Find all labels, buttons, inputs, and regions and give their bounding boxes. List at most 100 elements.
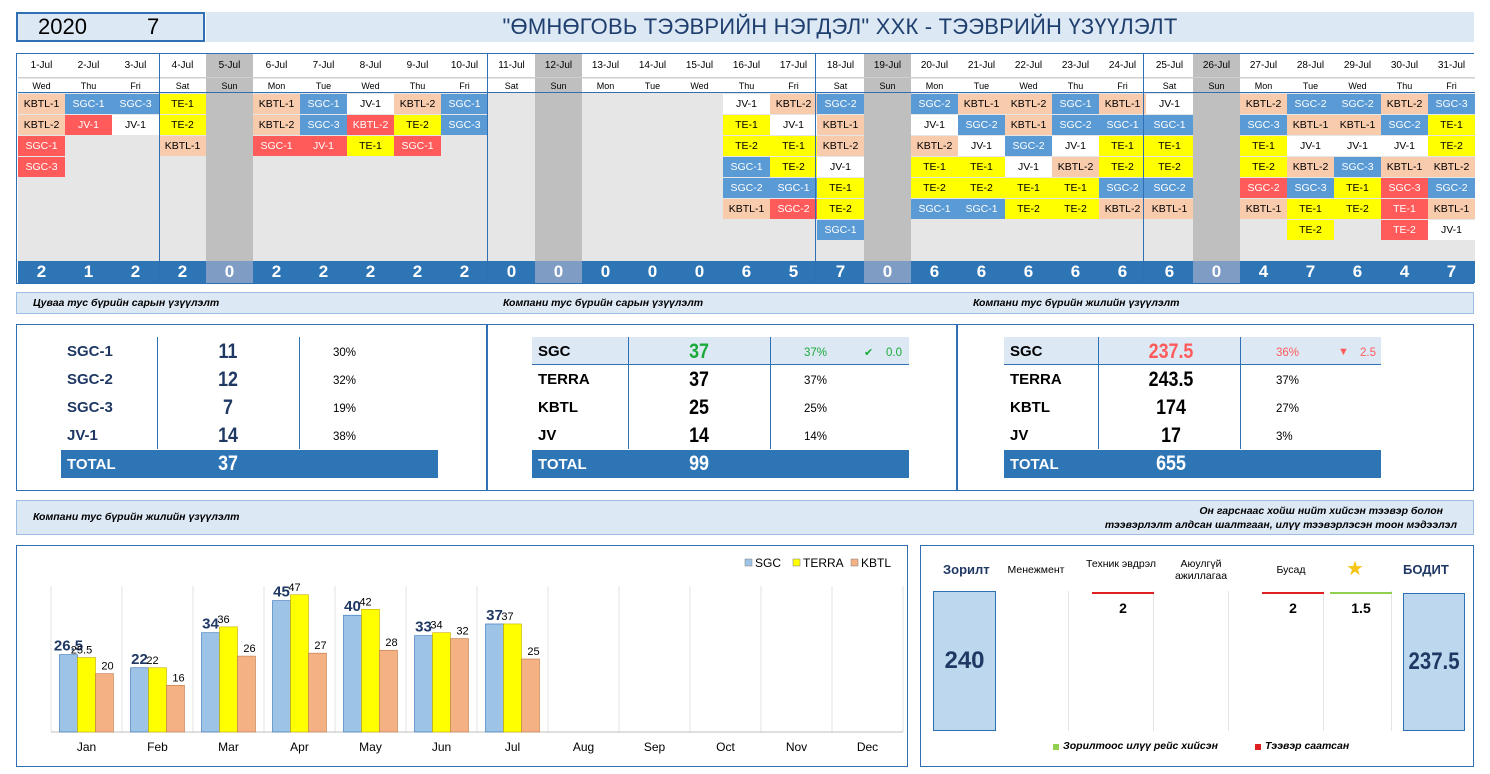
bar-sgc xyxy=(59,654,78,733)
row-value: 237.5 xyxy=(1148,340,1194,363)
legend-label-terra: TERRA xyxy=(803,556,844,570)
legend-red-label: Тээвэр саатсан xyxy=(1265,740,1350,752)
day-date: 2-Jul xyxy=(65,54,112,78)
x-tick-label: Oct xyxy=(716,740,735,754)
reason-label: Техник эвдрэл xyxy=(1086,558,1156,570)
x-tick-label: Jul xyxy=(505,740,520,754)
day-column-21-jul: 21-Jul Tue KBTL-1 SGC-2 JV-1 TE-1 TE-2 SGC-1 6 xyxy=(958,54,1005,283)
row-value: 37 xyxy=(689,368,709,391)
day-column-3-jul: 3-Jul Fri SGC-3 JV-1 2 xyxy=(112,54,159,283)
trip-cell: SGC-3 xyxy=(1334,157,1381,177)
bar-value-label: 45 xyxy=(273,584,290,601)
day-date: 25-Jul xyxy=(1146,54,1193,78)
week-separator xyxy=(815,54,816,283)
day-weekday: Tue xyxy=(300,79,347,93)
trip-cell: SGC-3 xyxy=(18,157,65,177)
trip-cell: TE-1 xyxy=(817,178,864,198)
bar-terra xyxy=(503,623,522,733)
trip-cell: SGC-1 xyxy=(911,199,958,219)
total-value: 99 xyxy=(689,452,709,475)
day-weekday: Fri xyxy=(1428,79,1475,93)
bar-value-label: 34 xyxy=(430,620,442,632)
day-weekday: Fri xyxy=(441,79,488,93)
trip-cell: KBTL-1 xyxy=(1146,199,1193,219)
day-column-24-jul: 24-Jul Fri KBTL-1 SGC-1 TE-1 TE-2 SGC-2 KBTL-2 6 xyxy=(1099,54,1146,283)
day-weekday: Wed xyxy=(18,79,65,93)
trip-cell: KBTL-2 xyxy=(1428,157,1475,177)
annual-bar-chart: SGC TERRA KBTL 26.5 25.5 20 Jan 22 22 16 Feb 34 36 26… xyxy=(16,545,908,767)
legend-swatch-terra xyxy=(792,558,801,567)
trip-cell: KBTL-1 xyxy=(1428,199,1475,219)
trip-cell: TE-2 xyxy=(1146,157,1193,177)
company-year-panel: SGC 237.5 36% ▼ 2.5 TERRA 243.5 37% KBTL 174 27% JV… xyxy=(957,324,1474,491)
column-divider xyxy=(1098,337,1099,449)
bar-value-label: 22 xyxy=(131,651,148,668)
trip-cell: TE-2 xyxy=(1052,199,1099,219)
trip-cell: SGC-1 xyxy=(300,94,347,114)
day-weekday: Sat xyxy=(817,79,864,93)
trip-cell: JV-1 xyxy=(1428,220,1475,240)
total-label: TOTAL xyxy=(67,456,116,473)
day-column-7-jul: 7-Jul Tue SGC-1 SGC-3 JV-1 2 xyxy=(300,54,347,283)
day-column-25-jul: 25-Jul Sat JV-1 SGC-1 TE-1 TE-2 SGC-2 KBTL-1 6 xyxy=(1146,54,1193,283)
bar-sgc xyxy=(414,635,433,733)
check-icon: ✔ xyxy=(864,347,874,359)
column-divider xyxy=(1240,337,1241,449)
trip-cell: SGC-2 xyxy=(770,199,817,219)
x-tick-label: Sep xyxy=(644,740,666,754)
trip-cell: KBTL-1 xyxy=(1287,115,1334,135)
trip-cell: TE-2 xyxy=(1334,199,1381,219)
day-trip-count: 7 xyxy=(1287,261,1334,283)
trip-cell: TE-1 xyxy=(1099,136,1146,156)
day-column-8-jul: 8-Jul Wed JV-1 KBTL-2 TE-1 2 xyxy=(347,54,394,283)
day-weekday: Tue xyxy=(958,79,1005,93)
trip-cell: KBTL-1 xyxy=(723,199,770,219)
trip-cell: SGC-2 xyxy=(911,94,958,114)
bar-sgc xyxy=(343,614,362,733)
day-date: 28-Jul xyxy=(1287,54,1334,78)
row-value: 11 xyxy=(218,340,238,363)
day-weekday: Thu xyxy=(65,79,112,93)
trip-cell: TE-1 xyxy=(1334,178,1381,198)
day-date: 12-Jul xyxy=(535,54,582,78)
day-column-6-jul: 6-Jul Mon KBTL-1 KBTL-2 SGC-1 2 xyxy=(253,54,300,283)
row-label: KBTL xyxy=(538,399,578,416)
delay-bar xyxy=(1262,592,1324,594)
total-row: TOTAL 37 xyxy=(61,450,438,478)
bar-value-label: 26 xyxy=(243,643,255,655)
trip-cell: SGC-3 xyxy=(441,115,488,135)
row-label: TERRA xyxy=(538,371,590,388)
x-tick-label: May xyxy=(359,740,382,754)
legend-green-label: Зорилтоос илүү рейс хийсэн xyxy=(1063,740,1218,752)
star-icon: ★ xyxy=(1346,558,1364,580)
company-year-section-title: Компани тус бүрийн жилийн үзүүлэлт xyxy=(973,297,1180,309)
year-value: 2020 xyxy=(38,14,87,39)
row-percent: 37% xyxy=(804,375,828,387)
day-weekday: Mon xyxy=(1240,79,1287,93)
trip-cell: TE-1 xyxy=(958,157,1005,177)
trip-cell: TE-1 xyxy=(1381,199,1428,219)
trip-cell: SGC-2 xyxy=(1334,94,1381,114)
day-date: 17-Jul xyxy=(770,54,817,78)
day-date: 8-Jul xyxy=(347,54,394,78)
day-column-17-jul: 17-Jul Fri KBTL-2 JV-1 TE-1 TE-2 SGC-1 SGC-2 5 xyxy=(770,54,817,283)
day-date: 30-Jul xyxy=(1381,54,1428,78)
trip-cell: JV-1 xyxy=(65,115,112,135)
x-tick-label: Jun xyxy=(432,740,451,754)
day-weekday: Wed xyxy=(676,79,723,93)
bar-value-label: 22 xyxy=(146,655,158,667)
company-month-section-title: Компани тус бүрийн сарын үзүүлэлт xyxy=(503,297,704,309)
reason-label: Менежмент xyxy=(1007,564,1065,576)
row-percent: 32% xyxy=(333,375,357,387)
bar-value-label: 32 xyxy=(456,626,468,638)
day-date: 13-Jul xyxy=(582,54,629,78)
trip-cell: SGC-1 xyxy=(441,94,488,114)
day-trip-count: 0 xyxy=(1193,261,1240,283)
day-column-13-jul: 13-Jul Mon 0 xyxy=(582,54,629,283)
day-trip-count: 6 xyxy=(723,261,770,283)
trip-cell: SGC-1 xyxy=(817,220,864,240)
bar-kbtl xyxy=(166,684,185,733)
day-weekday: Sat xyxy=(1146,79,1193,93)
day-column-30-jul: 30-Jul Thu KBTL-2 SGC-2 JV-1 KBTL-1 SGC-3 TE-1 T… xyxy=(1381,54,1428,283)
day-column-10-jul: 10-Jul Fri SGC-1 SGC-3 2 xyxy=(441,54,488,283)
